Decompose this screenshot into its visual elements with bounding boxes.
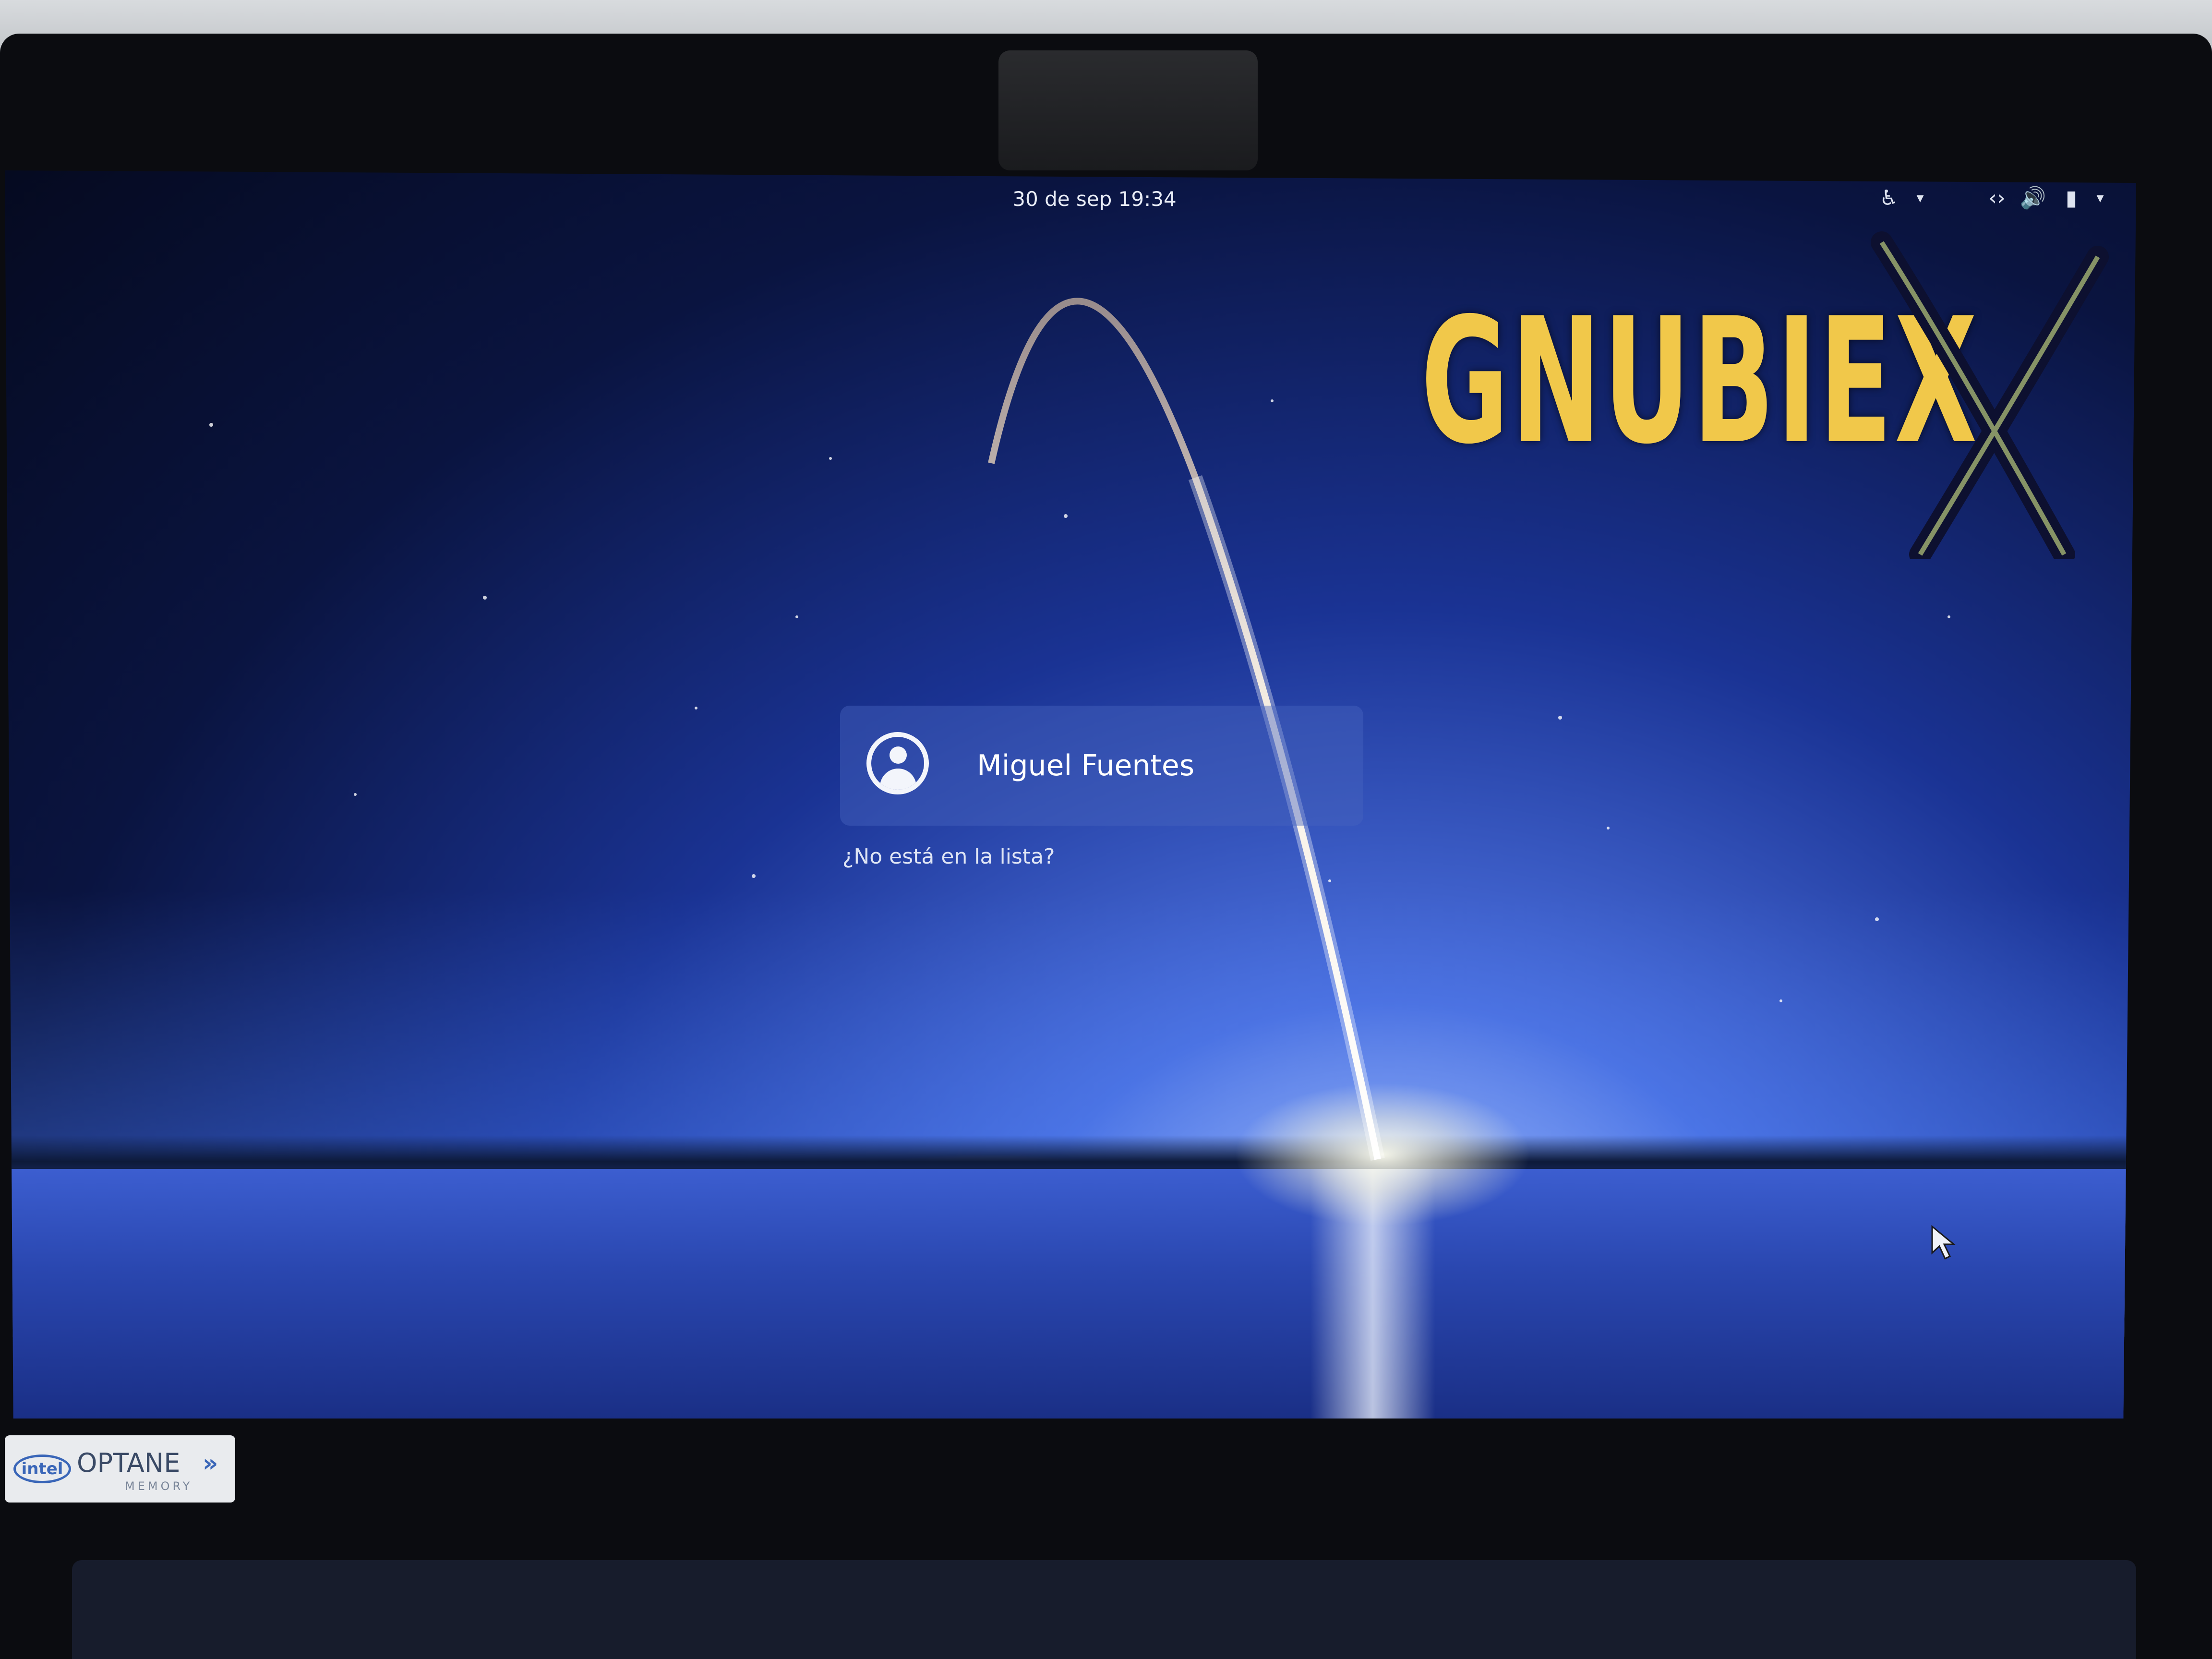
volume-icon[interactable]: 🔊 xyxy=(2019,184,2047,213)
mouse-cursor-icon xyxy=(1931,1225,1956,1260)
water xyxy=(5,1169,2136,1419)
login-screen: 30 de sep 19:34 ♿ ▾ ‹› 🔊 ▮ ▾ GNUBIEX Mig… xyxy=(5,170,2136,1419)
optane-sub-label: MEMORY xyxy=(125,1479,193,1493)
optane-sticker: intel OPTANE » MEMORY xyxy=(5,1435,235,1503)
avatar-head xyxy=(890,746,907,764)
not-listed-link[interactable]: ¿No está en la lista? xyxy=(842,842,1055,871)
gnubiex-logo: GNUBIEX xyxy=(1421,223,2122,559)
chevron-right-icon: » xyxy=(203,1449,218,1477)
top-bar-clock[interactable]: 30 de sep 19:34 xyxy=(1008,185,1181,214)
user-avatar-icon xyxy=(866,732,929,794)
keyboard-edge xyxy=(72,1560,2136,1659)
accessibility-icon[interactable]: ♿ xyxy=(1877,184,1901,213)
chevron-down-icon[interactable]: ▾ xyxy=(1911,184,1930,213)
user-name: Miguel Fuentes xyxy=(977,749,1195,782)
battery-icon[interactable]: ▮ xyxy=(2059,184,2083,213)
intel-logo: intel xyxy=(13,1455,71,1483)
user-entry[interactable]: Miguel Fuentes xyxy=(840,706,1363,826)
avatar-body xyxy=(880,769,916,790)
optane-label: OPTANE xyxy=(77,1448,180,1478)
logo-x-mark xyxy=(1871,231,2109,559)
network-icon[interactable]: ‹› xyxy=(1983,184,2011,213)
webcam-cover xyxy=(998,50,1258,170)
menu-chevron-down-icon[interactable]: ▾ xyxy=(2091,184,2110,213)
